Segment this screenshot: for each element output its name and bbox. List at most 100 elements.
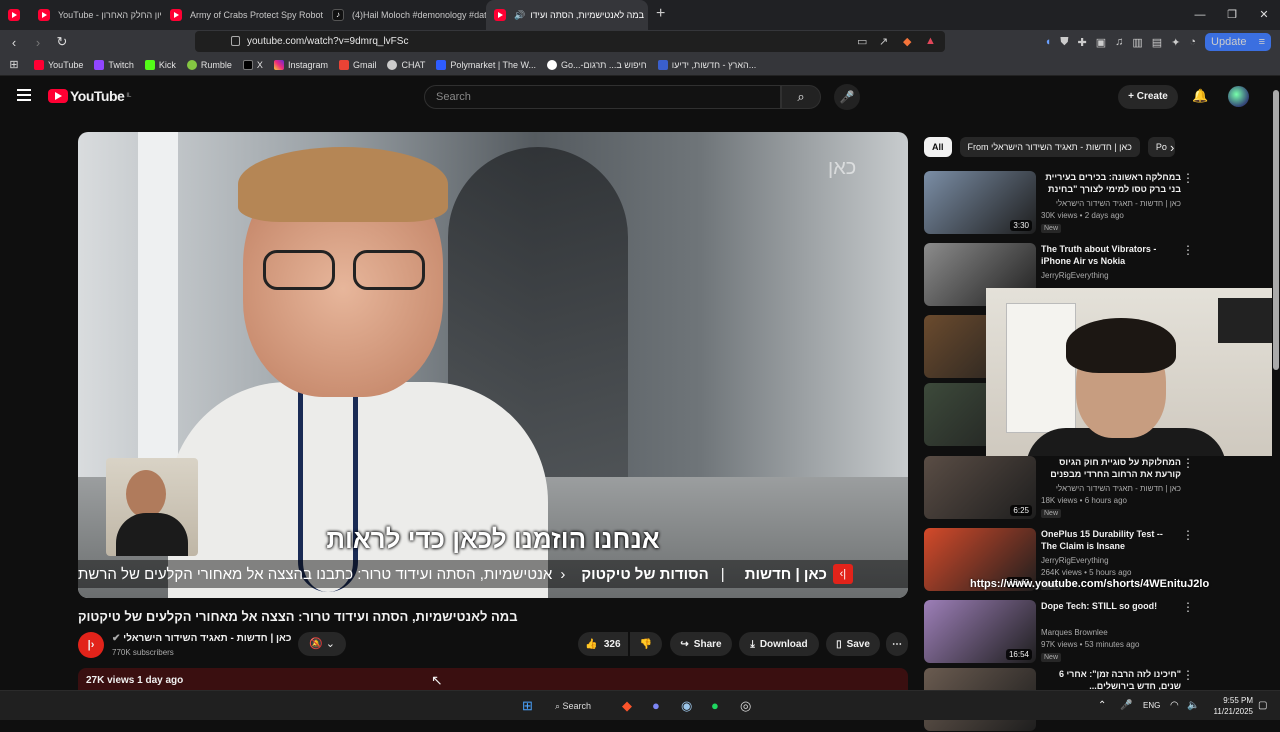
- screenshot-icon[interactable]: ▣: [1096, 36, 1106, 49]
- discord-icon[interactable]: ●: [652, 696, 660, 716]
- create-button[interactable]: + Create: [1118, 85, 1178, 109]
- recommended-video[interactable]: 6:25 המחלוקת על סוגיית חוק הגיוס קורעת את…: [924, 456, 1269, 520]
- restore-icon[interactable]: ❐: [1216, 0, 1248, 30]
- cast-icon[interactable]: ▭: [857, 35, 867, 48]
- extensions-icon[interactable]: ✚: [1077, 36, 1086, 49]
- logo-text: YouTube: [70, 88, 125, 104]
- video-player[interactable]: כאן אנחנו הוזמנו לכאן כדי לראות |› כאן |…: [78, 132, 908, 598]
- presenter-glasses: [263, 250, 428, 290]
- voice-search-button[interactable]: 🎤: [834, 84, 860, 110]
- notification-icon[interactable]: ▢: [1258, 696, 1267, 716]
- bookmark-chat[interactable]: CHAT: [387, 59, 425, 70]
- apps-grid-icon[interactable]: ⊞: [4, 58, 24, 71]
- reload-icon[interactable]: ↻: [52, 34, 72, 50]
- chevron-right-icon[interactable]: ›: [1170, 140, 1174, 155]
- more-vertical-icon[interactable]: ⋮: [1182, 243, 1194, 257]
- spotify-icon[interactable]: ●: [711, 696, 719, 716]
- save-button[interactable]: ▯ Save: [826, 632, 880, 656]
- volume-icon[interactable]: 🔈: [1187, 696, 1199, 716]
- sidebar-icon[interactable]: ▥: [1132, 36, 1142, 49]
- more-vertical-icon[interactable]: ⋮: [1182, 668, 1194, 682]
- bookmark-instagram[interactable]: Instagram: [273, 59, 328, 70]
- tray-chevron-up-icon[interactable]: ⌃: [1098, 696, 1106, 716]
- bookmark-haaretz[interactable]: הארץ - חדשות, ידיעו...: [657, 59, 756, 70]
- obs-icon[interactable]: ◎: [740, 696, 751, 716]
- new-badge: New: [1041, 224, 1062, 233]
- gmail-icon: [338, 59, 349, 70]
- more-vertical-icon[interactable]: ⋮: [1182, 528, 1194, 542]
- notifications-bell-icon[interactable]: 🔔: [1192, 88, 1208, 104]
- video-thumbnail[interactable]: 16:54: [924, 600, 1036, 663]
- shield-icon[interactable]: ⛊: [1060, 36, 1068, 49]
- media-icon[interactable]: ♫: [1115, 36, 1123, 48]
- more-vertical-icon[interactable]: ⋮: [1182, 456, 1194, 470]
- bookmark-youtube[interactable]: YouTube: [34, 59, 83, 70]
- bookmark-gmail[interactable]: Gmail: [338, 59, 376, 70]
- brave-rewards-icon[interactable]: ▲: [925, 35, 936, 47]
- speaker-icon[interactable]: 🔊: [514, 10, 525, 21]
- recommended-video[interactable]: 3:30 במחלקה ראשונה: בכירים בעיריית בני בר…: [924, 171, 1269, 235]
- recommended-video[interactable]: 16:54 Dope Tech: STILL so good! Marques Br…: [924, 600, 1269, 664]
- bookmark-kick[interactable]: Kick: [144, 59, 176, 70]
- browser-tab-1[interactable]: YouTube - ארקיון החלק האחרון: [30, 0, 162, 30]
- brave-shields-icon[interactable]: ◆: [903, 35, 911, 48]
- video-thumbnail[interactable]: 3:30: [924, 171, 1036, 234]
- search-button[interactable]: ⌕: [781, 85, 821, 109]
- channel-name[interactable]: כאן | חדשות - תאגיד השידור הישראלי ✔: [112, 633, 291, 644]
- share-button[interactable]: ↪ Share: [670, 632, 732, 656]
- close-tab-icon[interactable]: ✕: [644, 9, 648, 22]
- video-thumbnail[interactable]: 6:25: [924, 456, 1036, 519]
- browser-tab-active[interactable]: 🔊 במה לאנטישמיות, הסתה ועידו✕: [486, 0, 648, 30]
- new-tab-button[interactable]: +: [648, 0, 673, 30]
- download-label: Download: [759, 638, 808, 650]
- close-window-icon[interactable]: ✕: [1248, 0, 1280, 30]
- minimize-icon[interactable]: —: [1184, 0, 1216, 30]
- search-input[interactable]: Search: [424, 85, 781, 109]
- brave-browser-icon[interactable]: ◆: [622, 696, 632, 716]
- bookmark-twitch[interactable]: Twitch: [94, 59, 134, 70]
- input-language[interactable]: ENG: [1143, 701, 1160, 710]
- more-actions-button[interactable]: ⋯: [886, 632, 908, 656]
- scrollbar-thumb[interactable]: [1273, 90, 1279, 370]
- more-vertical-icon[interactable]: ⋮: [1182, 171, 1194, 185]
- site-info-icon[interactable]: [231, 36, 240, 46]
- vpn-icon[interactable]: ◔: [1189, 36, 1196, 48]
- like-button[interactable]: 👍 326: [578, 632, 628, 656]
- chip-all[interactable]: All: [924, 137, 952, 157]
- hamburger-menu-icon[interactable]: [17, 89, 31, 104]
- taskbar-clock[interactable]: 9:55 PM 11/21/2025: [1208, 695, 1253, 717]
- bookmark-x[interactable]: X: [242, 59, 263, 70]
- views-and-date: 27K views 1 day ago: [86, 675, 184, 686]
- forward-icon[interactable]: ›: [28, 35, 48, 50]
- steam-icon[interactable]: ◉: [681, 696, 692, 716]
- account-avatar[interactable]: [1228, 86, 1249, 107]
- wallet-card-icon[interactable]: ▤: [1152, 36, 1162, 49]
- channel-name: כאן | חדשות - תאגיד השידור הישראלי: [1055, 484, 1181, 493]
- leo-ai-icon[interactable]: ✦: [1171, 36, 1180, 49]
- update-button[interactable]: Update ≡: [1205, 33, 1271, 51]
- page-scrollbar[interactable]: [1272, 78, 1280, 688]
- bookmark-rumble[interactable]: Rumble: [186, 59, 232, 70]
- browser-tab-3[interactable]: ♪ (4)Hail Moloch #demonology #datun: [324, 0, 486, 30]
- chip-from-channel[interactable]: From כאן | חדשות - תאגיד השידור הישראלי: [959, 137, 1140, 157]
- download-button[interactable]: ⤓ Download: [739, 632, 819, 656]
- taskbar-search[interactable]: ⌕ Search: [555, 696, 607, 716]
- tray-mic-icon[interactable]: 🎤: [1120, 696, 1132, 716]
- subscription-bell-button[interactable]: 🔕 ⌄: [298, 632, 346, 656]
- dislike-button[interactable]: 👎: [630, 632, 662, 656]
- share-page-icon[interactable]: ↗: [879, 35, 888, 48]
- back-icon[interactable]: ‹: [4, 35, 24, 50]
- wallet-icon[interactable]: ◖: [1045, 36, 1052, 48]
- bookmark-google-translate[interactable]: Go...-חיפוש ב... תרגום: [547, 59, 647, 70]
- clock-date: 11/21/2025: [1213, 707, 1253, 716]
- bookmark-polymarket[interactable]: Polymarket | The W...: [436, 59, 536, 70]
- channel-avatar[interactable]: |›: [78, 632, 104, 658]
- more-vertical-icon[interactable]: ⋮: [1182, 600, 1194, 614]
- youtube-logo[interactable]: YouTube IL: [48, 88, 131, 104]
- browser-tab-2[interactable]: Army of Crabs Protect Spy Robot Fro: [162, 0, 324, 30]
- address-bar[interactable]: youtube.com/watch?v=9dmrq_lvFSc ▭ ↗ ◆ ▲: [195, 31, 945, 52]
- windows-start-icon[interactable]: ⊞: [522, 696, 533, 716]
- wifi-icon[interactable]: ◠: [1170, 696, 1179, 716]
- ticker-arrow-icon: ‹: [560, 565, 566, 583]
- browser-tab-0[interactable]: [0, 0, 30, 30]
